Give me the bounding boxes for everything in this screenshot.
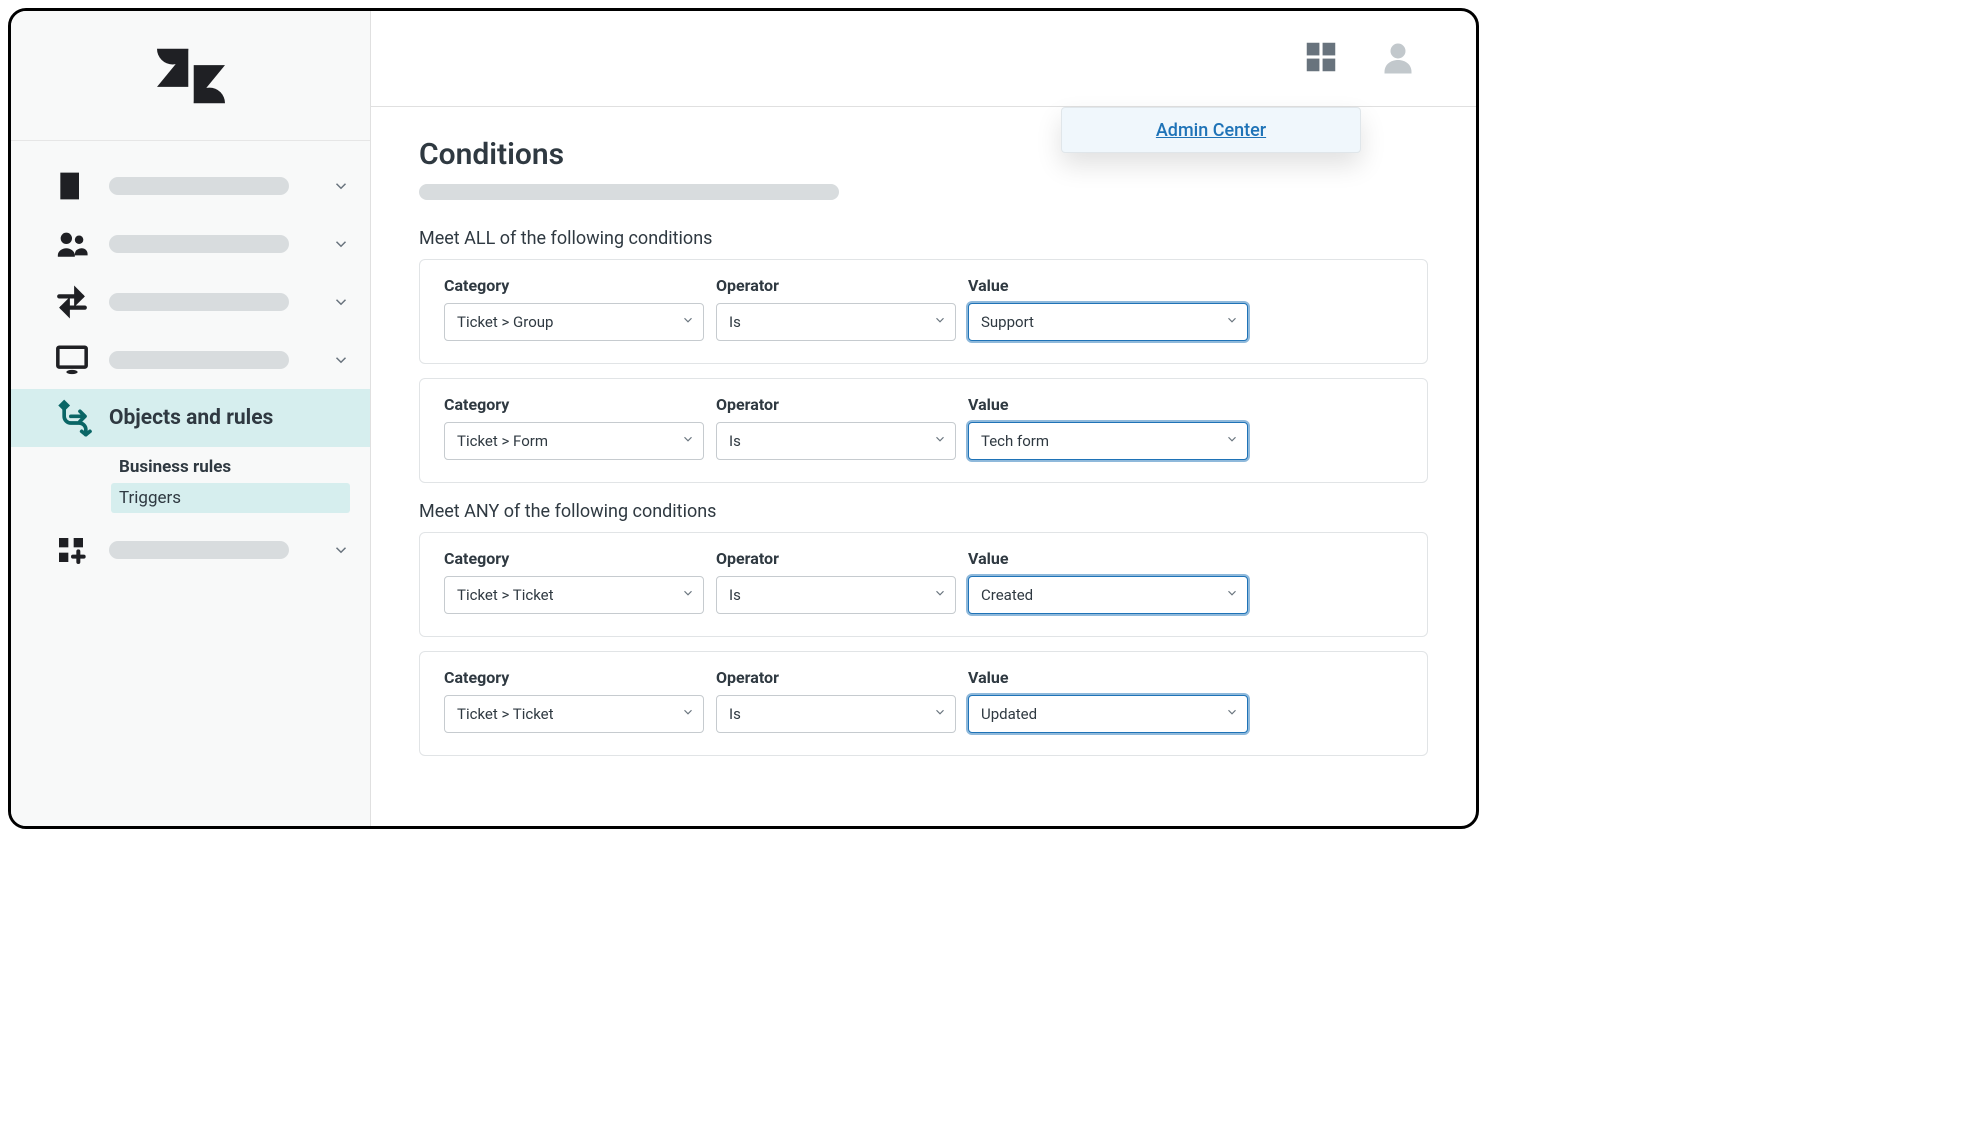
value-label: Value xyxy=(968,395,1248,414)
select-value: Is xyxy=(729,313,741,331)
building-icon xyxy=(55,170,99,202)
chevron-down-icon xyxy=(1225,705,1239,723)
category-label: Category xyxy=(444,668,704,687)
sidebar-item-placeholder xyxy=(109,235,289,253)
sidebar-item-placeholder xyxy=(109,177,289,195)
operator-select[interactable]: Is xyxy=(716,576,956,614)
select-value: Ticket > Ticket xyxy=(457,705,554,723)
sidebar-subitem-triggers[interactable]: Triggers xyxy=(111,483,350,513)
sidebar-subheading-business-rules[interactable]: Business rules xyxy=(111,451,350,483)
select-value: Ticket > Form xyxy=(457,432,548,450)
sidebar-item-account[interactable] xyxy=(11,157,370,215)
sidebar-subnav: Business rules Triggers xyxy=(11,447,370,521)
select-value: Created xyxy=(981,586,1033,604)
admin-center-link[interactable]: Admin Center xyxy=(1156,120,1266,141)
select-value: Is xyxy=(729,432,741,450)
chevron-down-icon xyxy=(681,432,695,450)
admin-center-popover: Admin Center xyxy=(1061,107,1361,153)
chevron-down-icon xyxy=(332,235,350,253)
user-avatar-icon[interactable] xyxy=(1380,39,1416,79)
description-placeholder xyxy=(419,184,839,200)
zendesk-logo-icon xyxy=(157,46,225,106)
chevron-down-icon xyxy=(332,177,350,195)
sidebar-item-placeholder xyxy=(109,541,289,559)
value-label: Value xyxy=(968,549,1248,568)
value-label: Value xyxy=(968,668,1248,687)
chevron-down-icon xyxy=(1225,432,1239,450)
condition-card: Category Ticket > Ticket Operator Is xyxy=(419,651,1428,756)
arrows-icon xyxy=(55,285,99,319)
sidebar-nav: Objects and rules Business rules Trigger… xyxy=(11,141,370,579)
select-value: Support xyxy=(981,313,1034,331)
all-conditions-label: Meet ALL of the following conditions xyxy=(419,228,1428,249)
condition-card: Category Ticket > Form Operator Is xyxy=(419,378,1428,483)
chevron-down-icon xyxy=(933,432,947,450)
chevron-down-icon xyxy=(933,705,947,723)
value-label: Value xyxy=(968,276,1248,295)
category-label: Category xyxy=(444,276,704,295)
sidebar-item-channels[interactable] xyxy=(11,273,370,331)
value-select[interactable]: Created xyxy=(968,576,1248,614)
sidebar-item-label: Objects and rules xyxy=(109,406,273,430)
operator-select[interactable]: Is xyxy=(716,695,956,733)
chevron-down-icon xyxy=(681,586,695,604)
operator-select[interactable]: Is xyxy=(716,422,956,460)
chevron-down-icon xyxy=(1225,313,1239,331)
topbar xyxy=(371,11,1476,107)
sidebar-item-placeholder xyxy=(109,351,289,369)
select-value: Ticket > Group xyxy=(457,313,553,331)
chevron-down-icon xyxy=(933,586,947,604)
operator-select[interactable]: Is xyxy=(716,303,956,341)
value-select[interactable]: Tech form xyxy=(968,422,1248,460)
sidebar-item-placeholder xyxy=(109,293,289,311)
select-value: Ticket > Ticket xyxy=(457,586,554,604)
select-value: Is xyxy=(729,705,741,723)
chevron-down-icon xyxy=(933,313,947,331)
content-area: Conditions Meet ALL of the following con… xyxy=(371,107,1476,800)
app-frame: Objects and rules Business rules Trigger… xyxy=(8,8,1479,829)
operator-label: Operator xyxy=(716,668,956,687)
chevron-down-icon xyxy=(332,541,350,559)
chevron-down-icon xyxy=(1225,586,1239,604)
sidebar-item-apps[interactable] xyxy=(11,521,370,579)
workflow-icon xyxy=(55,398,99,438)
sidebar-item-objects-and-rules[interactable]: Objects and rules xyxy=(11,389,370,447)
operator-label: Operator xyxy=(716,276,956,295)
operator-label: Operator xyxy=(716,395,956,414)
apps-add-icon xyxy=(55,534,99,566)
select-value: Is xyxy=(729,586,741,604)
people-icon xyxy=(55,227,99,261)
category-label: Category xyxy=(444,549,704,568)
chevron-down-icon xyxy=(332,293,350,311)
condition-card: Category Ticket > Ticket Operator Is xyxy=(419,532,1428,637)
value-select[interactable]: Updated xyxy=(968,695,1248,733)
chevron-down-icon xyxy=(332,351,350,369)
sidebar: Objects and rules Business rules Trigger… xyxy=(11,11,371,826)
chevron-down-icon xyxy=(681,313,695,331)
select-value: Tech form xyxy=(981,432,1049,450)
value-select[interactable]: Support xyxy=(968,303,1248,341)
operator-label: Operator xyxy=(716,549,956,568)
category-select[interactable]: Ticket > Form xyxy=(444,422,704,460)
condition-card: Category Ticket > Group Operator Is xyxy=(419,259,1428,364)
main: Admin Center Conditions Meet ALL of the … xyxy=(371,11,1476,826)
category-select[interactable]: Ticket > Ticket xyxy=(444,576,704,614)
logo xyxy=(11,11,370,141)
chevron-down-icon xyxy=(681,705,695,723)
products-grid-icon[interactable] xyxy=(1302,38,1340,80)
any-conditions-label: Meet ANY of the following conditions xyxy=(419,501,1428,522)
select-value: Updated xyxy=(981,705,1037,723)
sidebar-item-workspaces[interactable] xyxy=(11,331,370,389)
monitor-icon xyxy=(55,343,99,377)
category-label: Category xyxy=(444,395,704,414)
sidebar-item-people[interactable] xyxy=(11,215,370,273)
category-select[interactable]: Ticket > Ticket xyxy=(444,695,704,733)
category-select[interactable]: Ticket > Group xyxy=(444,303,704,341)
